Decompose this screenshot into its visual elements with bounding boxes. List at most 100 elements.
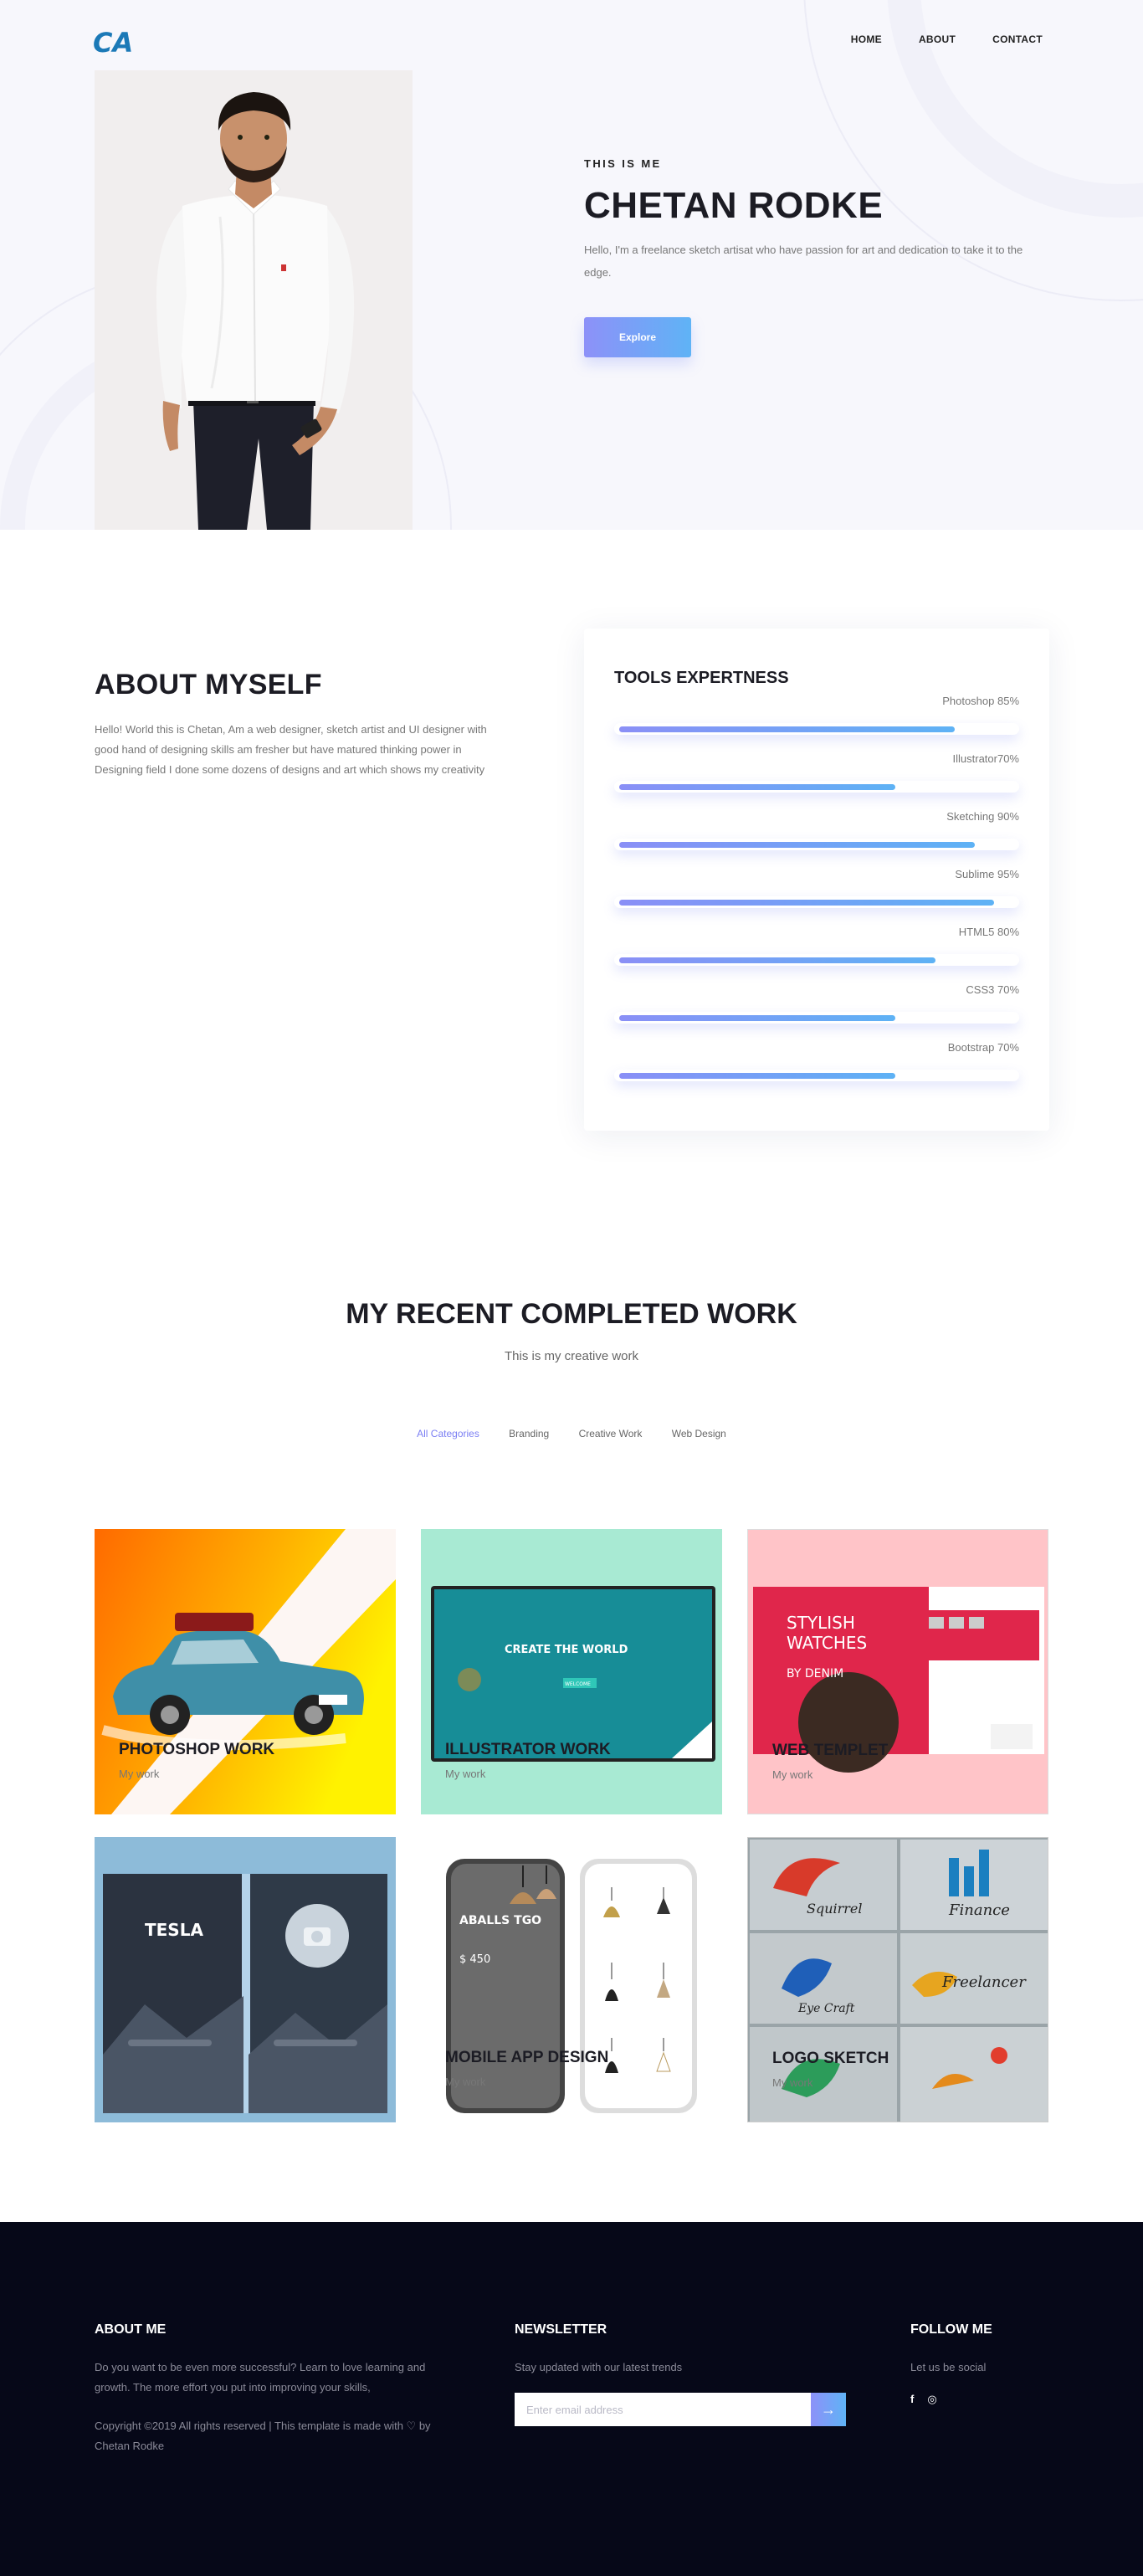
svg-text:ABALLS TGO: ABALLS TGO — [459, 1914, 541, 1927]
skill-progress-track — [614, 839, 1019, 850]
skills-list: Photoshop 85% Illustrator70% Sketching 90%… — [614, 695, 1019, 1099]
person-illustration — [156, 92, 355, 530]
portfolio-item-title: MOBILE APP DESIGN — [445, 2049, 609, 2066]
skill-row: Sketching 90% — [614, 810, 1019, 868]
site-footer: ABOUT ME Do you want to be even more suc… — [0, 2222, 1143, 2576]
portfolio-item-subtitle: My work — [119, 1768, 160, 1780]
portfolio-item-web-templet[interactable]: STYLISH WATCHES BY DENIM WEB TEMPLET My … — [747, 1529, 1048, 1814]
svg-text:CA: CA — [93, 27, 133, 57]
newsletter-title: NEWSLETTER — [515, 2322, 607, 2337]
skill-progress-track — [614, 954, 1019, 966]
tools-title: TOOLS EXPERTNESS — [614, 669, 789, 687]
skill-label: Sublime 95% — [955, 868, 1019, 880]
svg-text:Finance: Finance — [948, 1901, 1010, 1919]
category-filters: All Categories Branding Creative Work We… — [0, 1428, 1143, 1439]
instagram-icon[interactable]: ◎ — [927, 2393, 936, 2406]
skill-label: Photoshop 85% — [942, 695, 1019, 707]
portfolio-item-subtitle: My work — [445, 2076, 486, 2088]
skill-progress-fill — [619, 957, 935, 963]
portfolio-item-subtitle: My work — [445, 1768, 486, 1780]
skill-progress-fill — [619, 900, 995, 906]
footer-about-title: ABOUT ME — [95, 2322, 167, 2337]
filter-all-categories[interactable]: All Categories — [417, 1428, 479, 1439]
skill-label: CSS3 70% — [966, 983, 1019, 996]
hero-eyebrow: THIS IS ME — [584, 157, 662, 170]
about-title: ABOUT MYSELF — [95, 669, 322, 700]
svg-text:Squirrel: Squirrel — [807, 1901, 863, 1917]
svg-text:$ 450: $ 450 — [459, 1953, 490, 1966]
newsletter-email-input[interactable] — [515, 2393, 811, 2426]
skill-label: Illustrator70% — [952, 752, 1019, 765]
hero-section: CA HOME ABOUT CONTACT THIS IS ME CHETAN … — [0, 0, 1143, 530]
filter-web-design[interactable]: Web Design — [672, 1428, 726, 1439]
copyright-text: Copyright ©2019 All rights reserved | Th… — [95, 2419, 431, 2452]
skill-progress-track — [614, 1012, 1019, 1024]
facebook-icon[interactable]: f — [910, 2393, 914, 2406]
main-nav: HOME ABOUT CONTACT — [814, 33, 1043, 45]
skill-row: Sublime 95% — [614, 868, 1019, 926]
follow-title: FOLLOW ME — [910, 2322, 992, 2337]
svg-text:CREATE THE WORLD: CREATE THE WORLD — [505, 1644, 628, 1656]
tools-expertness-card: TOOLS EXPERTNESS Photoshop 85% Illustrato… — [584, 629, 1049, 1131]
footer-about: ABOUT ME Do you want to be even more suc… — [95, 2322, 463, 2456]
skill-row: Bootstrap 70% — [614, 1041, 1019, 1099]
skill-row: CSS3 70% — [614, 983, 1019, 1041]
skill-progress-track — [614, 723, 1019, 735]
svg-text:BY DENIM: BY DENIM — [787, 1667, 843, 1681]
skill-label: HTML5 80% — [958, 926, 1019, 938]
work-section: MY RECENT COMPLETED WORK This is my crea… — [0, 1191, 1143, 2222]
logo-icon: CA — [93, 27, 133, 59]
svg-text:Eye Craft: Eye Craft — [797, 2002, 855, 2015]
about-description: Hello! World this is Chetan, Am a web de… — [95, 723, 487, 776]
follow-text: Let us be social — [910, 2361, 987, 2373]
nav-contact-link[interactable]: CONTACT — [992, 33, 1043, 45]
newsletter-form: → — [515, 2393, 846, 2426]
hero-description: Hello, I'm a freelance sketch artisat wh… — [584, 244, 1023, 279]
hero-title: CHETAN RODKE — [584, 185, 884, 226]
footer-follow: FOLLOW ME Let us be social f ◎ — [910, 2322, 1053, 2406]
site-logo[interactable]: CA — [92, 27, 134, 59]
portfolio-item-illustrator[interactable]: CREATE THE WORLD WELCOME ILLUSTRATOR WOR… — [421, 1529, 722, 1814]
nav-about-link[interactable]: ABOUT — [919, 33, 956, 45]
footer-about-text: Do you want to be even more successful? … — [95, 2361, 426, 2394]
skill-progress-fill — [619, 842, 975, 848]
portfolio-item-logo-sketch[interactable]: Squirrel Finance Eye Craft Freelancer LO… — [747, 1837, 1048, 2122]
skill-progress-fill — [619, 726, 956, 732]
social-links: f ◎ — [910, 2393, 1053, 2406]
skill-row: HTML5 80% — [614, 926, 1019, 983]
nav-home-link[interactable]: HOME — [851, 33, 882, 45]
skill-progress-track — [614, 1070, 1019, 1081]
profile-photo — [95, 70, 413, 530]
skill-progress-track — [614, 781, 1019, 793]
arrow-right-icon: → — [821, 2400, 836, 2418]
portfolio-item-title: WEB TEMPLET — [772, 1742, 889, 1759]
about-intro: ABOUT MYSELF Hello! World this is Chetan… — [95, 669, 513, 780]
footer-newsletter: NEWSLETTER Stay updated with our latest … — [515, 2322, 849, 2426]
svg-text:WELCOME: WELCOME — [565, 1681, 591, 1687]
skill-progress-fill — [619, 784, 896, 790]
portfolio-item-title: LOGO SKETCH — [772, 2050, 889, 2067]
skill-progress-track — [614, 896, 1019, 908]
filter-creative-work[interactable]: Creative Work — [579, 1428, 643, 1439]
portfolio-item-mobile-app[interactable]: ABALLS TGO $ 450 MOBILE APP DESIGN My wo… — [421, 1837, 722, 2122]
portfolio-item-tesla-app[interactable]: TESLA — [95, 1837, 396, 2122]
work-subtitle: This is my creative work — [504, 1349, 639, 1363]
portfolio-item-title: ILLUSTRATOR WORK — [445, 1741, 611, 1758]
work-title: MY RECENT COMPLETED WORK — [346, 1298, 797, 1330]
explore-button[interactable]: Explore — [584, 317, 691, 357]
skill-progress-fill — [619, 1015, 896, 1021]
filter-branding[interactable]: Branding — [509, 1428, 549, 1439]
skill-label: Sketching 90% — [946, 810, 1019, 823]
portfolio-item-photoshop[interactable]: PHOTOSHOP WORK My work — [95, 1529, 396, 1814]
svg-text:TESLA: TESLA — [145, 1920, 203, 1940]
hero-intro: THIS IS ME CHETAN RODKE Hello, I'm a fre… — [584, 157, 1053, 357]
skill-row: Photoshop 85% — [614, 695, 1019, 752]
svg-text:STYLISH: STYLISH — [787, 1613, 855, 1633]
skill-progress-fill — [619, 1073, 896, 1079]
newsletter-text: Stay updated with our latest trends — [515, 2361, 683, 2373]
newsletter-submit-button[interactable]: → — [811, 2393, 846, 2426]
skill-label: Bootstrap 70% — [947, 1041, 1019, 1054]
skill-row: Illustrator70% — [614, 752, 1019, 810]
about-section: ABOUT MYSELF Hello! World this is Chetan… — [0, 530, 1143, 1191]
svg-text:Freelancer: Freelancer — [941, 1973, 1027, 1991]
